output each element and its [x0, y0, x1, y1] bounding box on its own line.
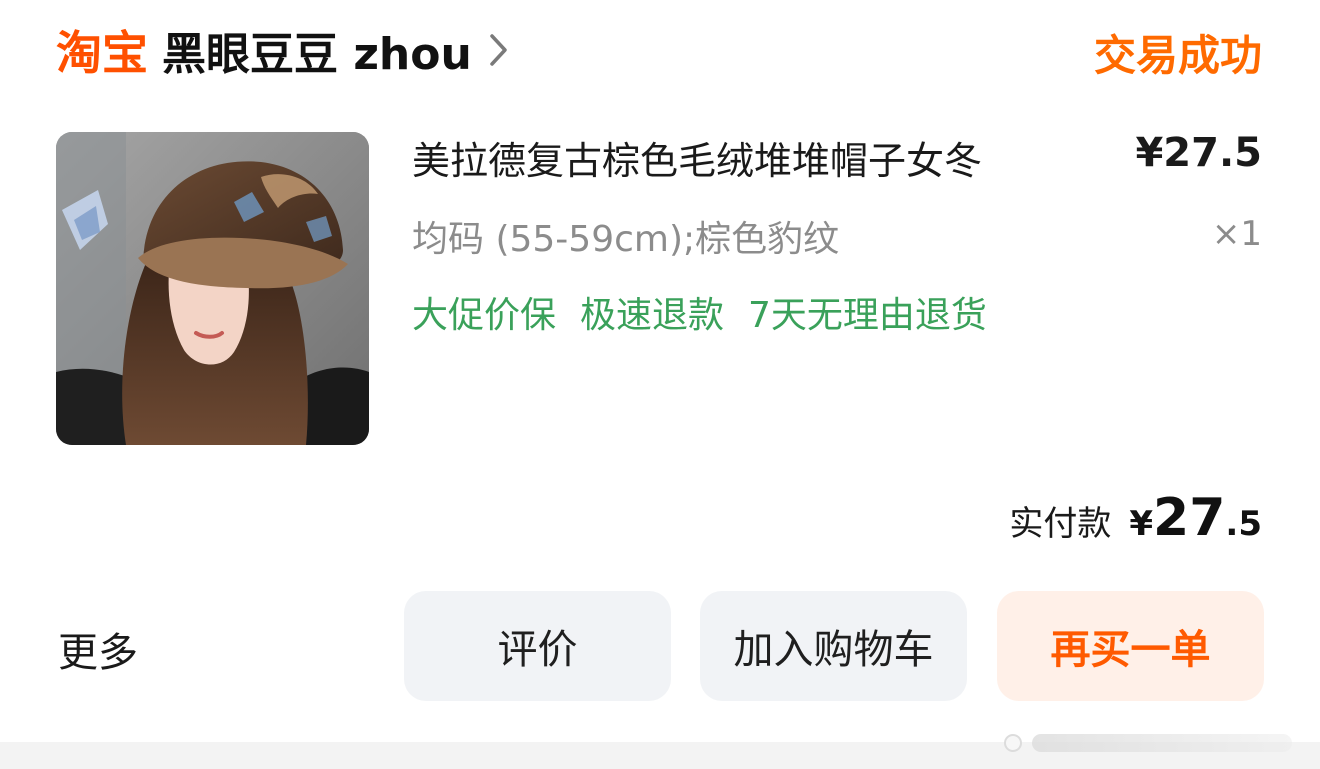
payment-currency: ¥ [1129, 504, 1154, 544]
order-status: 交易成功 [1093, 31, 1262, 80]
payment-amount-decimal: .5 [1225, 504, 1262, 544]
add-to-cart-button[interactable]: 加入购物车 [700, 591, 967, 701]
product-title[interactable]: 美拉德复古棕色毛绒堆堆帽子女冬 [412, 130, 982, 185]
buy-again-button[interactable]: 再买一单 [997, 591, 1264, 701]
product-photo-hat-icon [56, 132, 369, 445]
service-tag: 7天无理由退货 [748, 295, 987, 336]
watermark [1004, 734, 1292, 752]
watermark-bar [1032, 734, 1292, 752]
payment-summary: 实付款 ¥ 27 .5 [1009, 488, 1262, 548]
taobao-logo: 淘宝 [56, 26, 148, 80]
service-tag: 大促价保 [412, 295, 557, 336]
watermark-dot-icon [1004, 734, 1022, 752]
product-image[interactable] [56, 132, 369, 445]
review-button[interactable]: 评价 [404, 591, 671, 701]
payment-amount-integer: 27 [1153, 488, 1226, 548]
product-sku: 均码 (55-59cm);棕色豹纹 [412, 219, 840, 260]
service-tag: 极速退款 [580, 295, 725, 336]
payment-label: 实付款 [1009, 504, 1112, 544]
product-price: ¥27.5 [1135, 130, 1262, 176]
order-card: 淘宝 黑眼豆豆 zhou 交易成功 美拉德复古棕色毛绒堆堆帽子女冬 ¥27.5 … [0, 0, 1320, 742]
shop-name-link[interactable]: 黑眼豆豆 zhou [162, 18, 472, 82]
service-tags: 大促价保 极速退款 7天无理由退货 [412, 286, 987, 338]
product-quantity: ×1 [1211, 214, 1262, 254]
order-header: 淘宝 黑眼豆豆 zhou [56, 18, 510, 82]
more-button[interactable]: 更多 [58, 620, 138, 678]
chevron-right-icon[interactable] [488, 33, 510, 67]
